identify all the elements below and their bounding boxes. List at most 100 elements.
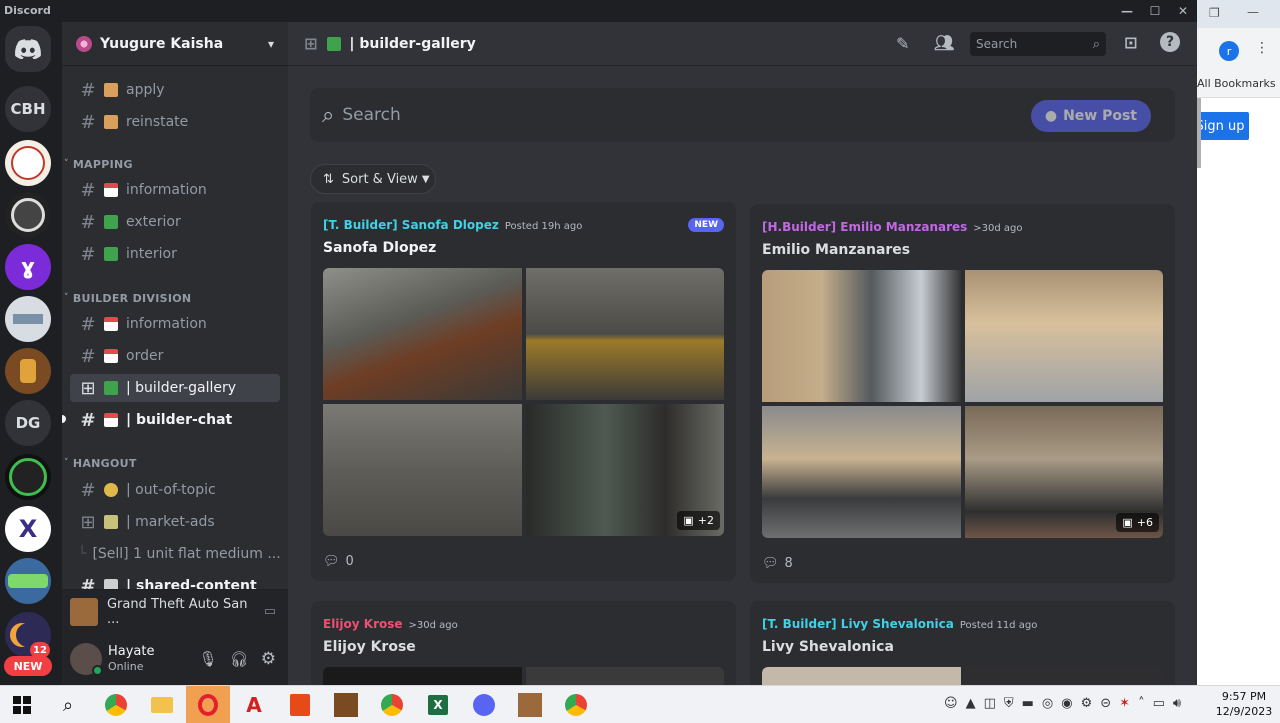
user-avatar[interactable]: [70, 643, 103, 676]
channel-builder-information[interactable]: # information: [70, 310, 280, 338]
tray-volume-icon[interactable]: 🔊︎: [1173, 696, 1181, 711]
post-image[interactable]: [525, 268, 724, 400]
windows-logo-icon: [13, 696, 31, 714]
chrome-second-icon[interactable]: [562, 691, 590, 719]
post-image[interactable]: [323, 268, 522, 400]
start-button[interactable]: [8, 691, 36, 719]
tray-red-icon[interactable]: ✶: [1119, 696, 1130, 711]
post-image[interactable]: ▣ +6: [964, 406, 1163, 538]
thread-sell-flat[interactable]: └ [Sell] 1 unit flat medium ...: [70, 540, 280, 568]
server-vtx[interactable]: [5, 558, 51, 604]
channel-builder-gallery[interactable]: ⊞ | builder-gallery: [70, 374, 280, 402]
discord-taskbar-icon[interactable]: [470, 691, 498, 719]
help-icon[interactable]: ?: [1160, 32, 1180, 52]
profile-avatar[interactable]: r: [1219, 41, 1239, 61]
header-search-input[interactable]: Search ⌕: [970, 32, 1106, 56]
tray-wifi-icon[interactable]: ▭: [1153, 696, 1165, 711]
opera-icon[interactable]: [186, 686, 230, 723]
server-green[interactable]: [5, 454, 51, 500]
member-list-icon[interactable]: 👥︎: [934, 33, 954, 52]
maximize-button[interactable]: ☐: [1141, 0, 1169, 22]
activity-bar[interactable]: Grand Theft Auto San ... ▭: [62, 589, 288, 633]
category-mapping[interactable]: ˅ MAPPING: [64, 155, 133, 173]
post-author: Elijoy Krose >30d ago: [323, 617, 458, 631]
forum-search-input[interactable]: ⌕ Search ● New Post: [310, 88, 1175, 142]
settings-gear-icon[interactable]: ⚙: [261, 649, 276, 669]
restore-icon[interactable]: ❐: [1209, 6, 1220, 20]
inbox-icon[interactable]: ⊡: [1124, 33, 1137, 52]
server-cbh[interactable]: CBH: [5, 86, 51, 132]
channel-market-ads[interactable]: ⊞ | market-ads: [70, 508, 280, 536]
server-jonas-rental[interactable]: [5, 140, 51, 186]
post-image[interactable]: ▣ +2: [525, 404, 724, 536]
discord-home-button[interactable]: [5, 26, 51, 72]
tray-circle-icon[interactable]: ◎: [1042, 696, 1053, 711]
search-icon[interactable]: ⌕: [54, 691, 82, 719]
channel-exterior[interactable]: # exterior: [70, 208, 280, 236]
signup-button[interactable]: Sign up: [1197, 112, 1249, 140]
server-dg[interactable]: DG: [5, 400, 51, 446]
post-image[interactable]: [323, 667, 522, 685]
server-fist[interactable]: [5, 192, 51, 238]
channel-mapping-information[interactable]: # information: [70, 176, 280, 204]
forum-post-card[interactable]: [T. Builder] Livy Shevalonica Posted 11d …: [750, 601, 1175, 685]
forum-post-card[interactable]: [H.Builder] Emilio Manzanares >30d ago Em…: [750, 204, 1175, 583]
guild-header[interactable]: Yuugure Kaisha ▾: [62, 22, 288, 66]
tray-app-icon[interactable]: ▬: [1022, 696, 1034, 711]
server-avatar[interactable]: [5, 348, 51, 394]
game-icon[interactable]: [332, 691, 360, 719]
channel-out-of-topic[interactable]: # | out-of-topic: [70, 476, 280, 504]
stream-icon[interactable]: ▭: [264, 604, 276, 619]
server-excellent[interactable]: X: [5, 506, 51, 552]
new-servers-badge[interactable]: NEW: [4, 656, 52, 676]
more-images-count: +2: [697, 514, 714, 527]
post-image[interactable]: [323, 404, 522, 536]
minimize-icon[interactable]: —: [1247, 5, 1259, 19]
category-builder-division[interactable]: ˅ BUILDER DIVISION: [64, 289, 191, 307]
server-company[interactable]: [5, 296, 51, 342]
more-menu-icon[interactable]: ⋮: [1255, 40, 1269, 56]
scrollbar[interactable]: [1197, 98, 1201, 168]
forum-post-card[interactable]: [T. Builder] Sanofa Dlopez Posted 19h ago…: [311, 202, 736, 581]
tray-drive-icon[interactable]: ▲: [966, 696, 976, 711]
channel-apply[interactable]: # apply: [70, 76, 280, 104]
channel-interior[interactable]: # interior: [70, 240, 280, 268]
chrome-icon[interactable]: [102, 691, 130, 719]
post-image[interactable]: [762, 667, 961, 685]
post-image[interactable]: [762, 406, 961, 538]
tray-lock-icon[interactable]: ⊝: [1100, 696, 1111, 711]
acrobat-icon[interactable]: A: [240, 691, 268, 719]
tray-settings-icon[interactable]: ⚙: [1081, 696, 1093, 711]
post-image[interactable]: [965, 667, 1163, 685]
tray-discord-icon[interactable]: ☺: [944, 696, 958, 711]
sort-view-button[interactable]: ⇅ Sort & View ▼: [310, 164, 436, 194]
channel-builder-chat[interactable]: # | builder-chat: [70, 406, 280, 434]
tray-steam-icon[interactable]: ◉: [1061, 696, 1072, 711]
excel-icon[interactable]: X: [424, 691, 452, 719]
file-explorer-icon[interactable]: [148, 691, 176, 719]
microphone-icon[interactable]: 🎙︎: [199, 650, 218, 668]
forum-search-placeholder: Search: [342, 105, 401, 125]
tray-network-icon[interactable]: ◫: [984, 696, 996, 711]
headphones-icon[interactable]: 🎧︎: [230, 650, 249, 668]
server-purple[interactable]: ɣ: [5, 244, 51, 290]
close-button[interactable]: ✕: [1169, 0, 1197, 22]
post-image[interactable]: [762, 270, 961, 402]
clock[interactable]: 9:57 PM 12/9/2023: [1214, 689, 1274, 719]
tray-chevron-icon[interactable]: ˄: [1138, 696, 1145, 711]
category-hangout[interactable]: ˅ HANGOUT: [64, 454, 137, 472]
notifications-muted-icon[interactable]: ✎: [896, 34, 909, 53]
channel-reinstate[interactable]: # reinstate: [70, 108, 280, 136]
tray-shield-icon[interactable]: ⛨: [1004, 696, 1014, 711]
house-emoji-icon: [104, 247, 118, 261]
post-image[interactable]: [526, 667, 724, 685]
chrome-profile-icon[interactable]: [378, 691, 406, 719]
avatar-app-icon[interactable]: [516, 691, 544, 719]
office-icon[interactable]: [286, 691, 314, 719]
channel-order[interactable]: # order: [70, 342, 280, 370]
minimize-button[interactable]: —: [1113, 0, 1141, 22]
bookmarks-bar[interactable]: All Bookmarks: [1197, 68, 1280, 98]
forum-post-card[interactable]: Elijoy Krose >30d ago Elijoy Krose: [311, 601, 736, 685]
new-post-button[interactable]: ● New Post: [1030, 100, 1151, 132]
post-image[interactable]: [964, 270, 1163, 402]
